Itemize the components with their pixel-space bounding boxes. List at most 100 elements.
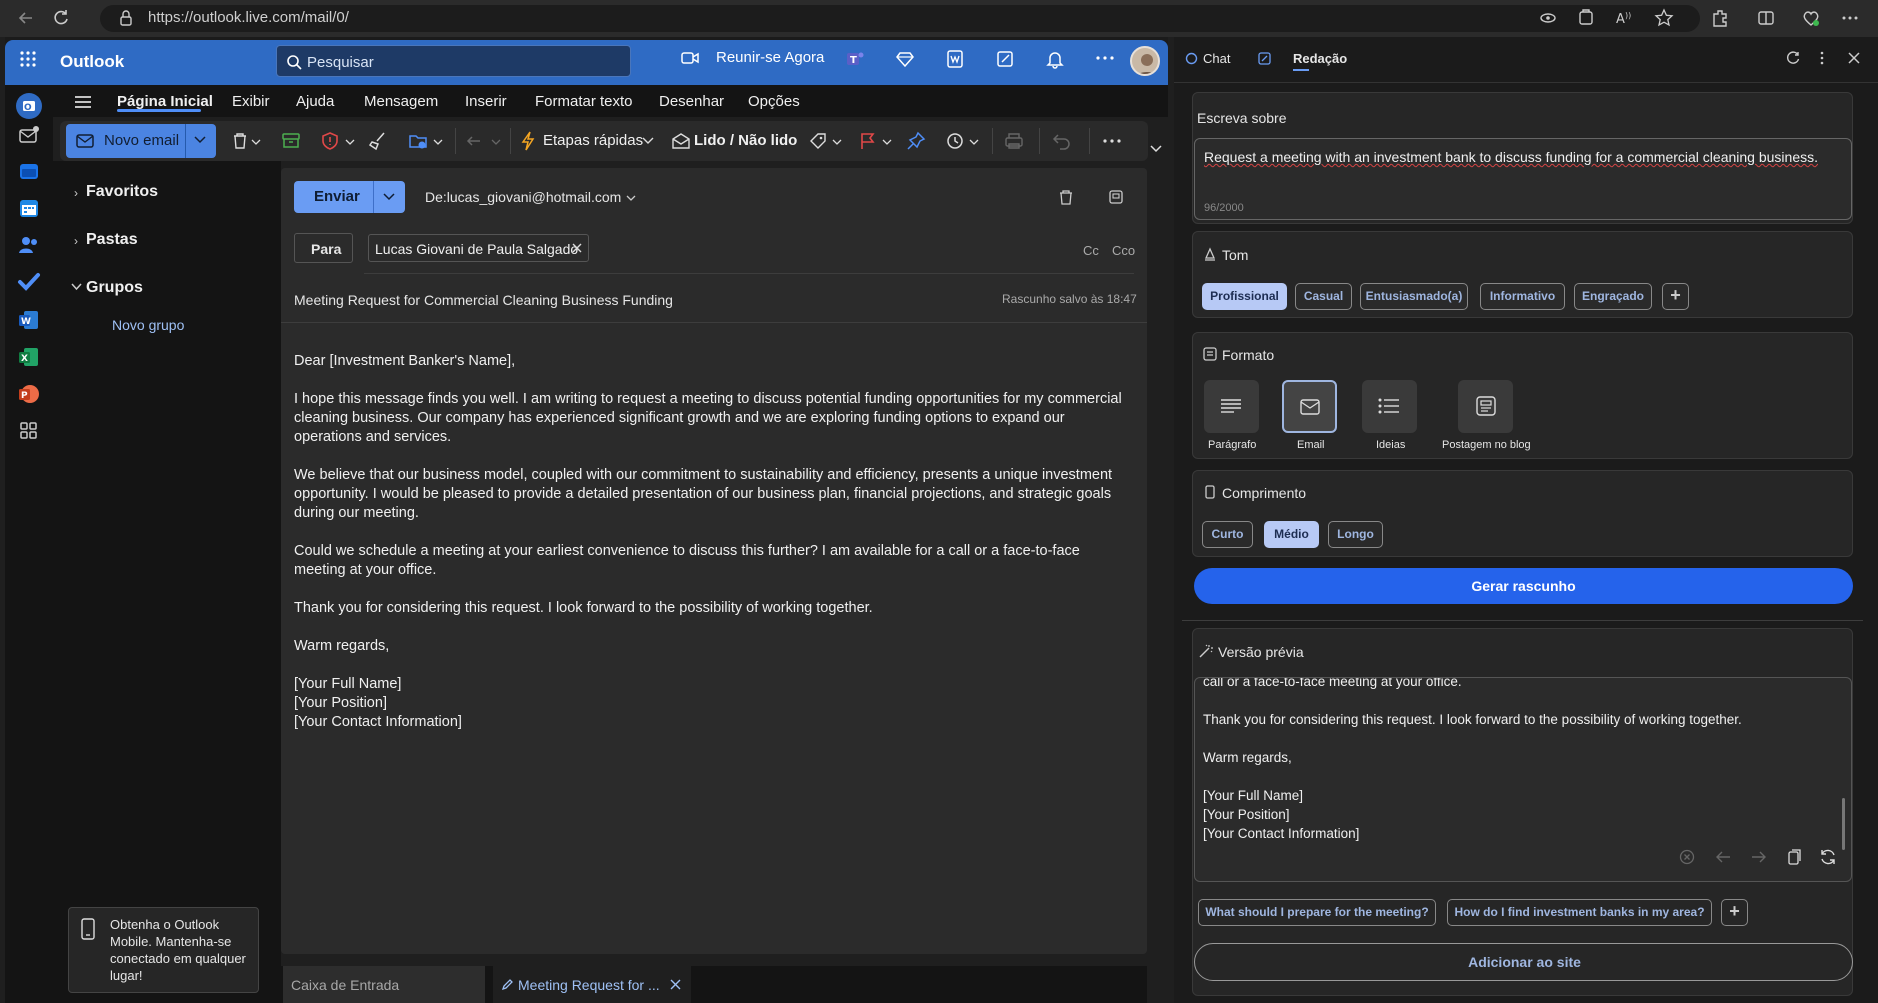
tag-icon[interactable] [808, 131, 844, 151]
suggestion-chip[interactable]: What should I prepare for the meeting? [1198, 899, 1436, 926]
format-paragraph-button[interactable] [1204, 380, 1259, 433]
search-box[interactable]: Pesquisar [276, 45, 631, 77]
more-options-icon[interactable] [1840, 8, 1860, 28]
refresh-icon[interactable] [1786, 51, 1800, 65]
url-text[interactable]: https://outlook.live.com/mail/0/ [148, 9, 349, 26]
tone-funny[interactable]: Engraçado [1574, 283, 1652, 310]
add-tone-button[interactable]: + [1662, 283, 1689, 310]
close-tab-icon[interactable] [670, 979, 681, 990]
meet-now-button[interactable]: Reunir-se Agora [716, 49, 824, 66]
tab-home[interactable]: Página Inicial [117, 93, 213, 110]
cc-button[interactable]: Cc [1083, 243, 1099, 258]
excel-icon[interactable]: X [16, 344, 42, 370]
length-short[interactable]: Curto [1202, 521, 1253, 548]
folder-favorites[interactable]: Favoritos [86, 183, 158, 201]
pop-out-icon[interactable] [1108, 189, 1124, 205]
app-title[interactable]: Outlook [60, 52, 124, 72]
undo-disabled-icon[interactable] [466, 131, 502, 151]
tab-message[interactable]: Mensagem [364, 93, 438, 110]
length-medium[interactable]: Médio [1264, 521, 1319, 548]
move-to-icon[interactable] [408, 131, 444, 151]
cancel-circle-icon[interactable] [1679, 849, 1695, 865]
notes-icon[interactable] [995, 49, 1015, 69]
tone-enthusiastic[interactable]: Entusiasmado(a) [1360, 283, 1468, 310]
chevron-down-icon[interactable] [642, 137, 654, 145]
from-field[interactable]: De:lucas_giovani@hotmail.com [425, 189, 621, 205]
todo-icon[interactable] [16, 269, 42, 295]
suggestion-chip[interactable]: How do I find investment banks in my are… [1447, 899, 1712, 926]
chevron-down-icon[interactable] [71, 283, 82, 291]
close-icon[interactable] [1848, 52, 1860, 64]
lightning-icon[interactable] [520, 131, 536, 151]
tab-chat[interactable]: Chat [1203, 51, 1230, 66]
premium-diamond-icon[interactable] [895, 49, 915, 69]
inbox-tab[interactable]: Caixa de Entrada [283, 966, 485, 1003]
new-group-link[interactable]: Novo grupo [112, 317, 184, 333]
regenerate-icon[interactable] [1819, 848, 1837, 866]
format-email-button[interactable] [1282, 380, 1337, 433]
tab-options[interactable]: Opções [748, 93, 800, 110]
to-button[interactable]: Para [294, 233, 353, 263]
refresh-icon[interactable] [51, 8, 71, 28]
app-launcher-icon[interactable] [19, 50, 37, 68]
print-disabled-icon[interactable] [1004, 131, 1024, 151]
hamburger-menu-icon[interactable] [74, 95, 92, 109]
snooze-clock-icon[interactable] [945, 131, 981, 151]
chevron-down-icon[interactable] [626, 195, 636, 202]
discard-trash-icon[interactable] [1058, 189, 1074, 205]
read-aloud-icon[interactable]: A)) [1614, 8, 1634, 28]
tab-draw[interactable]: Desenhar [659, 93, 724, 110]
read-unread-button[interactable]: Lido / Não lido [694, 132, 797, 149]
bcc-button[interactable]: Cco [1112, 243, 1135, 258]
quick-steps-button[interactable]: Etapas rápidas [543, 132, 643, 149]
back-icon[interactable] [16, 8, 36, 28]
archive-icon[interactable] [281, 131, 301, 151]
expand-ribbon-icon[interactable] [1150, 145, 1162, 153]
more-vertical-icon[interactable] [1820, 51, 1824, 65]
powerpoint-icon[interactable]: P [16, 381, 42, 407]
favorite-star-icon[interactable] [1654, 8, 1674, 28]
chevron-right-icon[interactable]: › [74, 234, 78, 248]
scrollbar-thumb[interactable] [1842, 798, 1845, 850]
length-long[interactable]: Longo [1328, 521, 1383, 548]
more-apps-icon[interactable] [16, 418, 42, 444]
message-body[interactable]: Dear [Investment Banker's Name], I hope … [294, 352, 1134, 732]
add-to-site-button[interactable]: Adicionar ao site [1194, 943, 1853, 981]
arrow-right-icon[interactable] [1751, 850, 1767, 864]
draft-tab[interactable]: Meeting Request for ... [493, 966, 691, 1003]
app-install-icon[interactable] [1576, 8, 1596, 28]
word-doc-icon[interactable] [945, 49, 965, 69]
format-ideas-button[interactable] [1362, 380, 1417, 433]
teams-icon[interactable]: T [845, 49, 865, 69]
outlook-mail-icon[interactable]: O [16, 93, 42, 119]
mail-icon[interactable] [16, 122, 42, 148]
undo-action-icon[interactable] [1052, 131, 1072, 151]
folder-folders[interactable]: Pastas [86, 231, 138, 249]
extensions-icon[interactable] [1710, 8, 1730, 28]
tab-insert[interactable]: Inserir [465, 93, 507, 110]
chevron-down-icon[interactable] [194, 136, 206, 144]
new-mail-button[interactable]: Novo email [66, 124, 216, 158]
envelope-open-icon[interactable] [671, 131, 691, 151]
remove-recipient-icon[interactable] [572, 243, 582, 253]
eye-tracking-icon[interactable] [1538, 8, 1558, 28]
send-button[interactable]: Enviar [294, 181, 405, 213]
pin-icon[interactable] [906, 131, 926, 151]
add-suggestion-button[interactable]: + [1721, 899, 1748, 926]
subject-field[interactable]: Meeting Request for Commercial Cleaning … [294, 292, 673, 308]
split-screen-icon[interactable] [1756, 8, 1776, 28]
more-icon[interactable] [1095, 55, 1115, 61]
generate-draft-button[interactable]: Gerar rascunho [1194, 568, 1853, 604]
sweep-icon[interactable] [368, 131, 388, 151]
tone-casual[interactable]: Casual [1295, 283, 1352, 310]
bell-icon[interactable] [1045, 49, 1065, 69]
calendar-icon[interactable] [16, 195, 42, 221]
avatar[interactable] [1130, 46, 1160, 76]
chevron-down-icon[interactable] [383, 193, 395, 201]
tone-professional[interactable]: Profissional [1202, 283, 1287, 310]
mobile-promo-card[interactable]: Obtenha o Outlook Mobile. Mantenha-se co… [68, 907, 259, 993]
tab-compose[interactable]: Redação [1293, 51, 1347, 66]
tab-format-text[interactable]: Formatar texto [535, 93, 633, 110]
video-camera-icon[interactable] [681, 51, 699, 65]
folder-groups[interactable]: Grupos [86, 279, 143, 297]
